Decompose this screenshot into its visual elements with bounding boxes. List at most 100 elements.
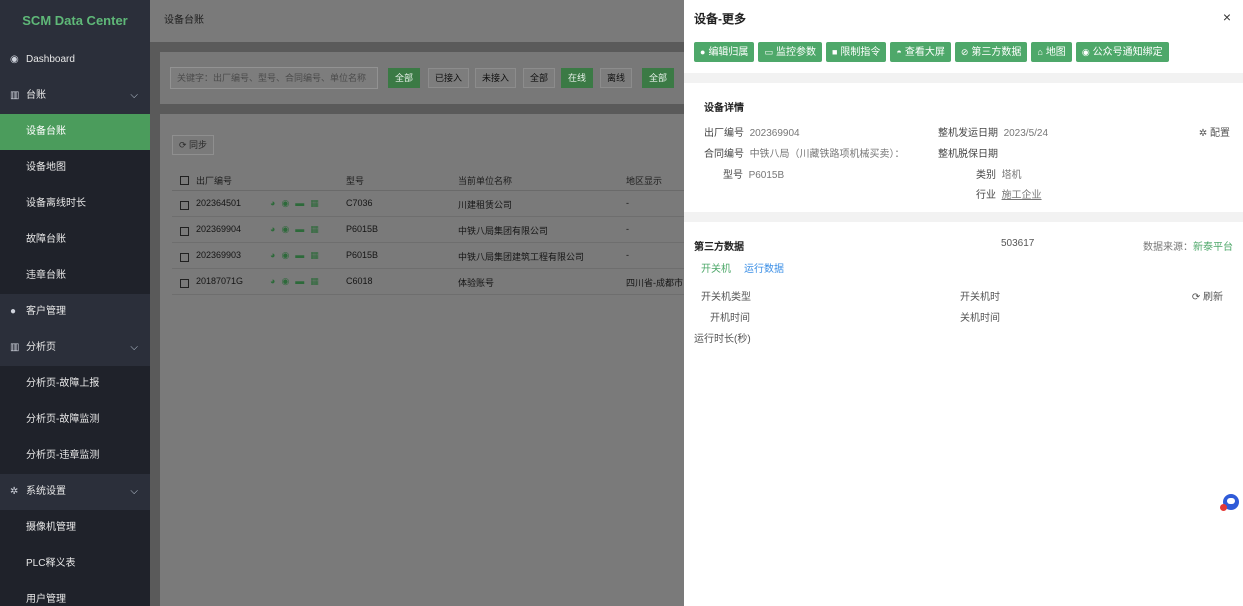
big-screen-button[interactable]: ◓查看大屏 [890, 42, 950, 62]
doc-icon[interactable]: ▬ [295, 276, 304, 286]
third-party-title: 第三方数据 [694, 238, 744, 253]
doc-icon[interactable]: ▬ [295, 224, 304, 234]
sidebar-item-ledger[interactable]: ▥台账⌵ [0, 78, 150, 114]
eye-icon[interactable]: ◉ [281, 276, 289, 287]
row-checkbox[interactable] [180, 201, 189, 210]
refresh-button[interactable]: ⟳ 刷新 [1192, 288, 1223, 303]
row-checkbox[interactable] [180, 279, 189, 288]
detail-industry: 行业 施工企业 [976, 186, 1042, 201]
sidebar-item-analysis-violation-monitor[interactable]: 分析页-违章监测 [0, 438, 150, 474]
sidebar-item-analysis-fault-monitor[interactable]: 分析页-故障监测 [0, 402, 150, 438]
table-row[interactable]: 20187071G ◕ ◉ ▬ ▦ C6018 体验账号 四川省-成都市 [172, 269, 684, 295]
pie-icon[interactable]: ◕ [270, 198, 275, 208]
cell-factory-no: 20187071G [196, 276, 243, 286]
drawer-toolbar: ●编辑归属▭监控参数■限制指令◓查看大屏⊘第三方数据⌂地图◉公众号通知绑定 [694, 42, 1173, 62]
grid-icon[interactable]: ▦ [310, 198, 319, 209]
cell-region: - [626, 250, 629, 260]
sidebar-item-users[interactable]: 用户管理 [0, 582, 150, 606]
gear-icon: ✲ [10, 474, 22, 510]
grid-icon[interactable]: ▦ [310, 276, 319, 287]
third-party-code: 503617 [1001, 238, 1034, 249]
chart-icon: ▥ [10, 78, 22, 114]
off-time-label: 关机时间 [960, 309, 1000, 324]
detail-category: 类别 塔机 [976, 166, 1022, 181]
tab-run-data[interactable]: 运行数据 [744, 260, 784, 275]
sidebar-item-analysis[interactable]: ▥分析页⌵ [0, 330, 150, 366]
grid-icon[interactable]: ▦ [310, 250, 319, 261]
chat-assistant-icon[interactable] [1223, 494, 1239, 510]
filter-all-access[interactable]: 全部 [388, 68, 420, 88]
map-button[interactable]: ⌂地图 [1031, 42, 1071, 62]
col-region: 地区显示 [626, 174, 662, 187]
sidebar-item-device-map[interactable]: 设备地图 [0, 150, 150, 186]
pie-icon[interactable]: ◕ [270, 224, 275, 234]
filter-bar: 关键字：出厂编号、型号、合同编号、单位名称 全部 已接入 未接入 全部 在线 离… [160, 52, 684, 104]
eye-icon[interactable]: ◉ [281, 224, 289, 235]
grid-icon[interactable]: ▦ [310, 224, 319, 235]
sidebar-item-device-ledger[interactable]: 设备台账 [0, 114, 150, 150]
sidebar: SCM Data Center ◉Dashboard ▥台账⌵ 设备台账 设备地… [0, 0, 150, 606]
detail-warranty: 整机脱保日期 [938, 145, 998, 160]
sidebar-item-dashboard[interactable]: ◉Dashboard [0, 42, 150, 78]
drawer-title: 设备-更多 [694, 12, 746, 26]
third-party-data-button[interactable]: ⊘第三方数据 [955, 42, 1028, 62]
eye-icon[interactable]: ◉ [281, 250, 289, 261]
monitor-params-button[interactable]: ▭监控参数 [758, 42, 822, 62]
close-icon[interactable]: × [1223, 9, 1231, 25]
on-time-label: 开机时间 [710, 309, 750, 324]
select-all-checkbox[interactable] [180, 176, 189, 185]
cell-unit: 体验账号 [458, 276, 494, 289]
sidebar-item-fault-ledger[interactable]: 故障台账 [0, 222, 150, 258]
pie-icon[interactable]: ◕ [270, 250, 275, 260]
filter-connected[interactable]: 已接入 [428, 68, 469, 88]
chevron-down-icon: ⌵ [130, 474, 138, 510]
sidebar-item-settings[interactable]: ✲系统设置⌵ [0, 474, 150, 510]
wechat-notify-bind-button[interactable]: ◉公众号通知绑定 [1076, 42, 1169, 62]
table-row[interactable]: 202364501 ◕◉▬▦ C7036 川建租赁公司 - [172, 191, 684, 217]
sidebar-item-plc[interactable]: PLC释义表 [0, 546, 150, 582]
filter-all-other[interactable]: 全部 [642, 68, 674, 88]
cell-factory-no: 202369904 [196, 224, 241, 234]
config-button[interactable]: ✲ 配置 [1199, 124, 1230, 139]
sidebar-item-offline-duration[interactable]: 设备离线时长 [0, 186, 150, 222]
cell-unit: 中铁八局集团建筑工程有限公司 [458, 250, 584, 263]
row-checkbox[interactable] [180, 253, 189, 262]
app-logo: SCM Data Center [0, 0, 150, 42]
device-table-card: ⟳ 同步 出厂编号 型号 当前单位名称 地区显示 202364501 ◕◉▬▦ … [160, 114, 684, 606]
row-checkbox[interactable] [180, 227, 189, 236]
col-factory-no: 出厂编号 [196, 174, 232, 187]
doc-icon[interactable]: ▬ [295, 250, 304, 260]
drawer-header: 设备-更多 × [684, 0, 1243, 32]
dashboard-icon: ◉ [10, 42, 22, 78]
divider [684, 73, 1243, 83]
sidebar-item-customers[interactable]: ●客户管理 [0, 294, 150, 330]
filter-online[interactable]: 在线 [561, 68, 593, 88]
eye-icon[interactable]: ◉ [281, 198, 289, 209]
row-actions: ◕ ◉ ▬ ▦ [270, 198, 325, 209]
sidebar-item-analysis-fault-report[interactable]: 分析页-故障上报 [0, 366, 150, 402]
cell-unit: 中铁八局集团有限公司 [458, 224, 548, 237]
cell-factory-no: 202364501 [196, 198, 241, 208]
table-row[interactable]: 202369903 ◕◉▬▦ P6015B 中铁八局集团建筑工程有限公司 - [172, 243, 684, 269]
doc-icon[interactable]: ▬ [295, 198, 304, 208]
search-input[interactable]: 关键字：出厂编号、型号、合同编号、单位名称 [170, 67, 378, 89]
cell-unit: 川建租赁公司 [458, 198, 512, 211]
sync-button[interactable]: ⟳ 同步 [172, 135, 214, 155]
sidebar-item-camera[interactable]: 摄像机管理 [0, 510, 150, 546]
pie-icon[interactable]: ◕ [270, 276, 275, 286]
edit-owner-button[interactable]: ●编辑归属 [694, 42, 754, 62]
filter-all-status[interactable]: 全部 [523, 68, 555, 88]
cell-model: C6018 [346, 276, 373, 286]
link-icon: ⊘ [961, 47, 969, 57]
filter-offline[interactable]: 离线 [600, 68, 632, 88]
detail-ship-date: 整机发运日期 2023/5/24 [938, 124, 1048, 139]
cell-region: 四川省-成都市 [626, 276, 683, 289]
filter-not-connected[interactable]: 未接入 [475, 68, 516, 88]
cell-factory-no: 202369903 [196, 250, 241, 260]
tab-power[interactable]: 开关机 [701, 260, 731, 275]
sidebar-item-violation-ledger[interactable]: 违章台账 [0, 258, 150, 294]
table-row[interactable]: 202369904 ◕◉▬▦ P6015B 中铁八局集团有限公司 - [172, 217, 684, 243]
col-unit: 当前单位名称 [458, 174, 512, 187]
limit-command-button[interactable]: ■限制指令 [826, 42, 886, 62]
refresh-icon: ⟳ [1192, 292, 1203, 303]
